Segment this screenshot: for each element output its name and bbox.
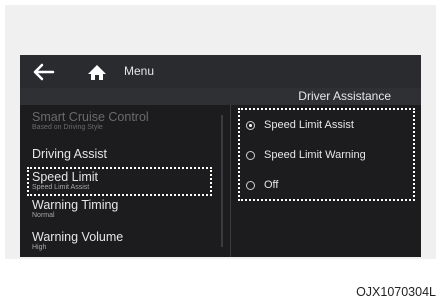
home-icon[interactable] [85,62,109,82]
list-item-subtitle: Normal [32,212,55,219]
list-item-subtitle: High [32,244,47,251]
panel-divider [230,105,231,257]
list-item-subtitle: Based on Driving Style [32,124,103,131]
list-item-warning-volume[interactable]: Warning Volume High [32,230,222,252]
menu-button[interactable]: Menu [124,64,154,78]
options-highlight [238,108,415,201]
selected-item-highlight [27,167,212,196]
figure-caption: OJX1070304L [356,285,436,299]
list-item-title: Warning Volume [32,230,124,244]
top-bar: Menu [20,55,421,88]
list-item-title: Driving Assist [32,147,108,161]
section-title: Driver Assistance [298,89,391,103]
list-item-driving-assist[interactable]: Driving Assist [32,147,222,161]
list-item-title: Warning Timing [32,198,119,212]
list-item-title: Smart Cruise Control [32,110,149,124]
list-item-smart-cruise-control: Smart Cruise Control Based on Driving St… [32,110,222,132]
back-arrow-icon[interactable] [32,62,56,82]
list-item-warning-timing[interactable]: Warning Timing Normal [32,198,222,220]
section-header: Driver Assistance [20,88,421,105]
infotainment-screen: Menu Driver Assistance Smart Cruise Cont… [20,55,421,257]
